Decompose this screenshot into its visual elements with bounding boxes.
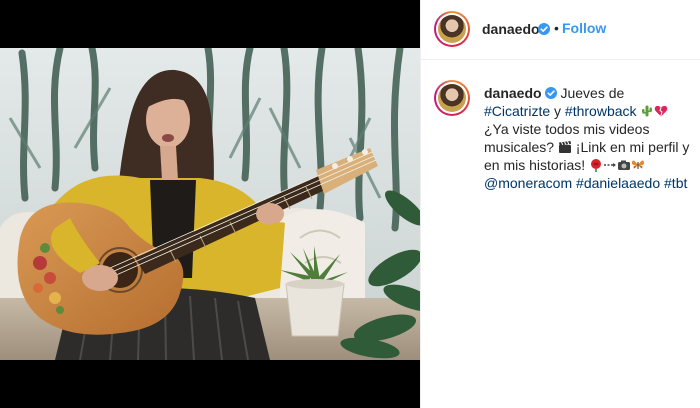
butterfly-emoji-icon: [631, 160, 645, 169]
broken-heart-emoji-icon: [655, 105, 668, 117]
author-username[interactable]: danaedo: [482, 21, 540, 37]
avatar-ring: [436, 13, 468, 45]
caption-text: danaedo Jueves de #Cicatrizte y #throwba…: [484, 84, 694, 192]
mention-link[interactable]: @moneracom: [484, 175, 572, 191]
caption-author-avatar[interactable]: [434, 80, 470, 116]
arrow-dash-icon: [604, 163, 617, 167]
hashtag-link[interactable]: #tbt: [664, 175, 687, 191]
rose-emoji-icon: [591, 159, 602, 172]
hashtag-link[interactable]: #danielaaedo: [576, 175, 660, 191]
caption-segment: Jueves de: [560, 85, 625, 101]
avatar-photo: [438, 15, 466, 43]
clapper-board-emoji-icon: [558, 141, 571, 153]
avatar-ring: [436, 82, 468, 114]
verified-badge-icon: [544, 87, 557, 99]
cactus-emoji-icon: [642, 105, 653, 117]
camera-emoji-icon: [618, 160, 631, 170]
post-side-panel: danaedo • Follow danaedo Jueves de #Cica…: [420, 0, 700, 408]
avatar-photo: [438, 84, 466, 112]
post-header: danaedo • Follow: [421, 0, 700, 60]
hashtag-link[interactable]: #throwback: [565, 103, 637, 119]
video-still-illustration: [0, 48, 420, 360]
post-media-pane: [0, 0, 420, 408]
hashtag-link[interactable]: #Cicatrizte: [484, 103, 550, 119]
caption-segment: y: [550, 103, 565, 119]
post-video[interactable]: [0, 48, 420, 360]
follow-button[interactable]: Follow: [562, 20, 606, 36]
header-separator: •: [554, 20, 559, 36]
caption-username[interactable]: danaedo: [484, 85, 542, 101]
verified-badge-icon: [538, 23, 550, 35]
author-avatar[interactable]: [434, 11, 470, 47]
